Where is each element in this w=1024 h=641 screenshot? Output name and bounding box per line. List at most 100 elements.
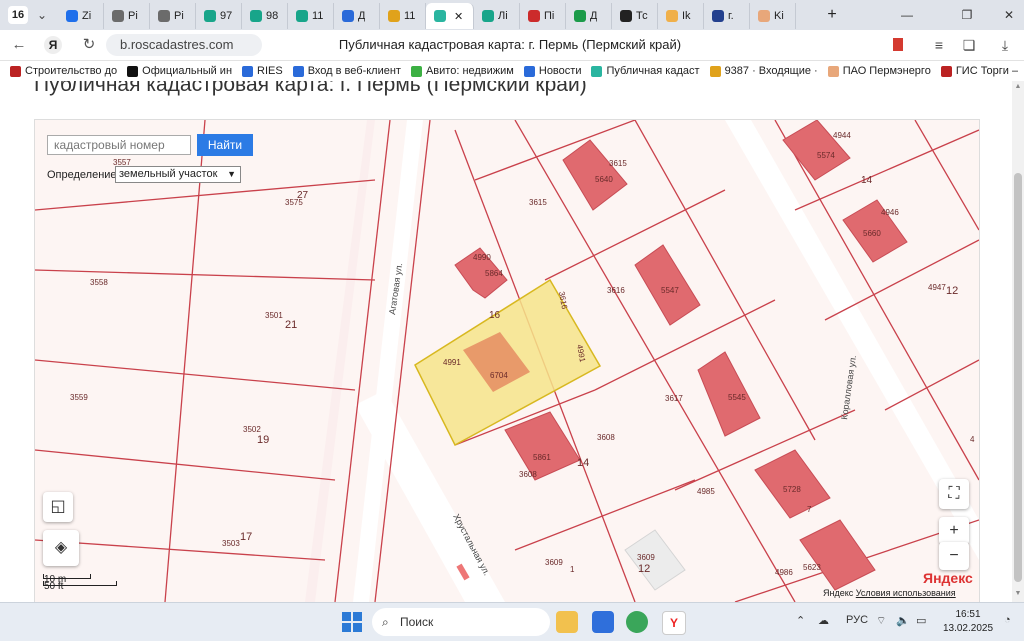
favicon-icon — [204, 10, 216, 22]
browser-tab[interactable]: Ki — [750, 3, 796, 29]
cloud-icon[interactable]: ☁ — [818, 614, 829, 627]
layers-icon[interactable]: ◈ — [43, 530, 79, 566]
tab-label: Пі — [544, 10, 555, 22]
scroll-thumb[interactable] — [1014, 173, 1022, 582]
battery-icon[interactable]: ▭ — [916, 614, 926, 627]
browser-tab[interactable]: Pi — [104, 3, 150, 29]
bookmarks-bar: Строительство до Официальный ин RIES Вход в… — [0, 61, 1024, 81]
browser-tab[interactable]: Д — [334, 3, 380, 29]
chevron-up-icon[interactable]: ⌃ — [796, 614, 805, 627]
map-canvas[interactable]: 3557 3575 27 3558 3501 21 3559 3502 19 3… — [35, 120, 979, 602]
yandex-browser-icon[interactable]: Y — [662, 611, 686, 635]
back-icon[interactable]: ← — [8, 35, 30, 55]
svg-text:14: 14 — [577, 457, 589, 469]
find-button[interactable]: Найти — [197, 134, 253, 156]
svg-text:5545: 5545 — [728, 393, 746, 402]
terms-link[interactable]: Условия использования — [856, 588, 956, 598]
bookmark-item[interactable]: ГИС Торги – — [940, 65, 1018, 77]
close-window-icon[interactable]: ✕ — [998, 6, 1020, 24]
page-scrollbar[interactable]: ▲ ▼ — [1012, 81, 1024, 602]
menu-icon[interactable]: ≡ — [928, 35, 950, 55]
cadastral-map[interactable]: 3557 3575 27 3558 3501 21 3559 3502 19 3… — [34, 119, 980, 602]
browser-tab[interactable]: 98 — [242, 3, 288, 29]
bookmark-item[interactable]: Авито: недвижим — [410, 65, 514, 77]
svg-text:3559: 3559 — [70, 393, 88, 402]
building-5728 — [754, 449, 831, 519]
file-explorer-icon[interactable] — [556, 611, 578, 633]
svg-text:19: 19 — [257, 434, 269, 446]
building-5547 — [634, 244, 701, 326]
bookmark-favicon-icon — [827, 65, 839, 77]
minimize-icon[interactable]: — — [896, 6, 918, 24]
notification-icon[interactable]: ◔ — [1004, 614, 1011, 626]
zoom-out-button[interactable]: − — [939, 542, 969, 570]
svg-text:5574: 5574 — [817, 151, 835, 160]
download-icon[interactable]: ⤓ — [994, 35, 1016, 55]
bookmark-item[interactable]: ПАО Пермэнерго — [827, 65, 931, 77]
fullscreen-button[interactable]: ⛶ — [939, 479, 969, 509]
bookmark-item[interactable]: RIES — [242, 65, 283, 77]
tab-label: Тс — [636, 10, 648, 22]
browser-tab[interactable]: Пі — [520, 3, 566, 29]
scroll-down-icon[interactable]: ▼ — [1014, 590, 1022, 598]
ruler-icon[interactable]: ◱ — [43, 492, 73, 522]
collections-icon[interactable]: ❏ — [958, 35, 980, 55]
browser-tab[interactable]: 11 — [288, 3, 334, 29]
favicon-icon — [712, 10, 724, 22]
bookmark-favicon-icon — [292, 65, 304, 77]
browser-tab[interactable]: Лі — [474, 3, 520, 29]
bookmark-item[interactable]: Строительство до — [10, 65, 117, 77]
volume-icon[interactable]: 🔈 — [896, 614, 910, 627]
browser-tab[interactable]: ✕ — [426, 3, 474, 29]
svg-text:6704: 6704 — [490, 371, 508, 380]
zoom-in-button[interactable]: + — [939, 517, 969, 545]
browser-tab[interactable]: г. — [704, 3, 750, 29]
bookmark-label: Авито: недвижим — [425, 65, 514, 77]
bookmark-item[interactable]: Публичная кадаст — [591, 65, 700, 77]
tab-label: Zi — [82, 10, 92, 22]
svg-text:4985: 4985 — [697, 487, 715, 496]
svg-text:4: 4 — [970, 435, 975, 444]
language-indicator[interactable]: РУС — [846, 614, 868, 626]
favicon-icon — [296, 10, 308, 22]
windows-start-icon[interactable] — [342, 612, 362, 632]
bookmark-item[interactable]: 9387 · Входящие · — [709, 65, 818, 77]
svg-text:1: 1 — [570, 565, 575, 574]
url-field[interactable]: b.roscadastres.com — [106, 34, 262, 56]
tab-label: Pi — [174, 10, 184, 22]
store-icon[interactable] — [592, 611, 614, 633]
new-tab-button[interactable]: + — [822, 5, 842, 25]
browser-tab[interactable]: Pi — [150, 3, 196, 29]
bookmark-item[interactable]: Вход в веб-клиент — [292, 65, 401, 77]
close-tab-icon[interactable]: ✕ — [454, 10, 463, 23]
svg-text:3608: 3608 — [597, 433, 615, 442]
wifi-icon[interactable]: ⌔ — [876, 614, 886, 628]
browser-tab[interactable]: Zi — [58, 3, 104, 29]
favicon-icon — [666, 10, 678, 22]
yandex-logo-icon[interactable]: Я — [44, 36, 62, 54]
system-clock[interactable]: 16:51 13.02.2025 — [938, 608, 998, 636]
browser-tab[interactable]: 97 — [196, 3, 242, 29]
browser-tab[interactable]: 11 — [380, 3, 426, 29]
svg-text:3503: 3503 — [222, 539, 240, 548]
bookmark-icon[interactable] — [893, 38, 903, 51]
bookmark-favicon-icon — [410, 65, 422, 77]
reload-icon[interactable]: ↻ — [78, 35, 100, 55]
browser-tab[interactable]: Д — [566, 3, 612, 29]
browser-tab[interactable]: Ik — [658, 3, 704, 29]
app-icon[interactable] — [626, 611, 648, 633]
definition-select[interactable]: земельный участок ▼ — [115, 166, 241, 183]
browser-tab[interactable]: Тс — [612, 3, 658, 29]
bookmark-item[interactable]: Официальный ин — [127, 65, 232, 77]
chevron-down-icon[interactable]: ⌄ — [32, 6, 52, 24]
taskbar: ⌕ Поиск Y ⌃ ☁ РУС ⌔ 🔈 ▭ 16:51 13.02.2025… — [0, 602, 1024, 641]
restore-icon[interactable]: ❐ — [956, 6, 978, 24]
bookmark-item[interactable]: Новости — [523, 65, 581, 77]
tab-count-button[interactable]: 16 — [8, 6, 28, 24]
taskbar-search[interactable]: ⌕ Поиск — [372, 608, 550, 636]
svg-text:3502: 3502 — [243, 425, 261, 434]
cadastral-number-input[interactable] — [47, 135, 191, 155]
browser-tab-strip: 16 ⌄ Zi Pi Pi 97 98 11 Д 11 ✕ Лі Пі Д Тс Ik г. Ki + — ❐… — [0, 0, 1024, 30]
scroll-up-icon[interactable]: ▲ — [1014, 83, 1022, 91]
yandex-logo: Яндекс — [923, 570, 973, 586]
